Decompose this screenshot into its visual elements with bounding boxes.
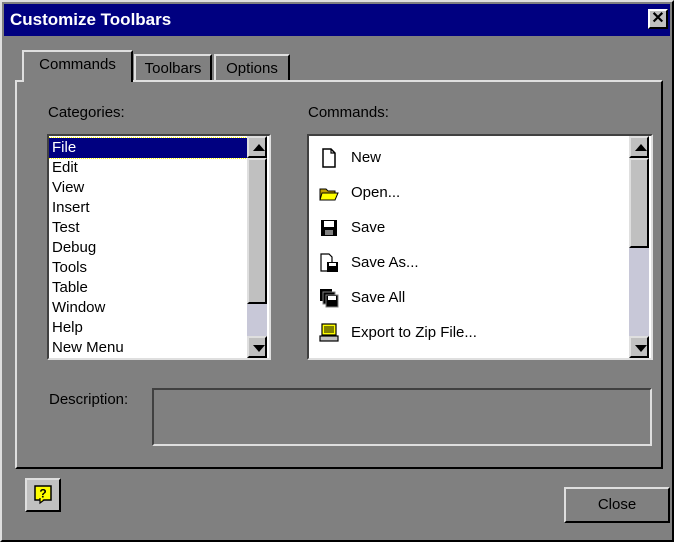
categories-scroll-up-button[interactable] <box>247 136 267 158</box>
categories-scroll-thumb[interactable] <box>247 158 267 304</box>
arrow-up-icon <box>635 144 647 151</box>
command-label: Open... <box>351 184 401 201</box>
tab-options-label: Options <box>226 60 278 77</box>
categories-label: Categories: <box>48 104 125 121</box>
customize-toolbars-dialog: Customize Toolbars ✕ Commands Toolbars O… <box>0 0 674 542</box>
command-label: Save <box>351 219 386 236</box>
command-item-new[interactable]: New <box>309 140 627 175</box>
category-item-new-menu[interactable]: New Menu <box>49 338 247 358</box>
commands-scrollbar[interactable] <box>629 136 649 358</box>
close-icon: ✕ <box>651 10 665 27</box>
commands-scroll-up-button[interactable] <box>629 136 649 158</box>
save-as-icon <box>320 253 338 272</box>
category-item-edit[interactable]: Edit <box>49 158 247 178</box>
description-box <box>152 388 652 446</box>
arrow-down-icon <box>635 345 647 352</box>
category-item-tools[interactable]: Tools <box>49 258 247 278</box>
export-zip-icon <box>319 323 339 342</box>
command-item-export-zip[interactable]: Export to Zip File... <box>309 315 627 350</box>
close-button-label: Close <box>597 496 637 513</box>
commands-label: Commands: <box>308 104 389 121</box>
category-item-help[interactable]: Help <box>49 318 247 338</box>
new-document-icon <box>322 148 336 168</box>
close-button[interactable]: Close <box>564 487 670 523</box>
command-item-open[interactable]: Open... <box>309 175 627 210</box>
window-title: Customize Toolbars <box>10 10 172 29</box>
command-item-save[interactable]: Save <box>309 210 627 245</box>
categories-items: File Edit View Insert Test Debug Tools T… <box>49 137 248 358</box>
categories-scrollbar[interactable] <box>247 136 267 358</box>
title-bar[interactable]: Customize Toolbars ✕ <box>4 4 670 36</box>
commands-scroll-down-button[interactable] <box>629 336 649 358</box>
commands-scroll-thumb[interactable] <box>629 158 649 248</box>
open-folder-icon <box>319 188 339 201</box>
category-item-view[interactable]: View <box>49 178 247 198</box>
tab-commands[interactable]: Commands <box>22 50 133 82</box>
svg-text:?: ? <box>39 487 46 501</box>
help-icon: ? <box>34 485 52 505</box>
category-item-test[interactable]: Test <box>49 218 247 238</box>
arrow-up-icon <box>253 144 265 151</box>
category-item-debug[interactable]: Debug <box>49 238 247 258</box>
categories-listbox[interactable]: File Edit View Insert Test Debug Tools T… <box>47 134 271 360</box>
command-item-save-as[interactable]: Save As... <box>309 245 627 280</box>
description-label: Description: <box>49 391 129 408</box>
command-item-save-all[interactable]: Save All <box>309 280 627 315</box>
categories-scroll-down-button[interactable] <box>247 336 267 358</box>
commands-listbox[interactable]: New Open... Save Save As... Save All Exp… <box>307 134 653 360</box>
tab-commands-label: Commands <box>39 56 116 73</box>
help-button[interactable]: ? <box>25 478 61 512</box>
tab-toolbars-label: Toolbars <box>144 60 202 77</box>
category-item-file[interactable]: File <box>49 137 248 159</box>
category-item-table[interactable]: Table <box>49 278 247 298</box>
save-disk-icon <box>321 220 337 236</box>
arrow-down-icon <box>253 345 265 352</box>
command-label: New <box>351 149 382 166</box>
save-all-icon <box>320 289 339 308</box>
window-close-button[interactable]: ✕ <box>648 9 668 29</box>
category-item-insert[interactable]: Insert <box>49 198 247 218</box>
commands-items: New Open... Save Save As... Save All Exp… <box>309 140 627 350</box>
command-label: Save As... <box>351 254 419 271</box>
category-item-window[interactable]: Window <box>49 298 247 318</box>
command-label: Export to Zip File... <box>351 324 477 341</box>
command-label: Save All <box>351 289 406 306</box>
